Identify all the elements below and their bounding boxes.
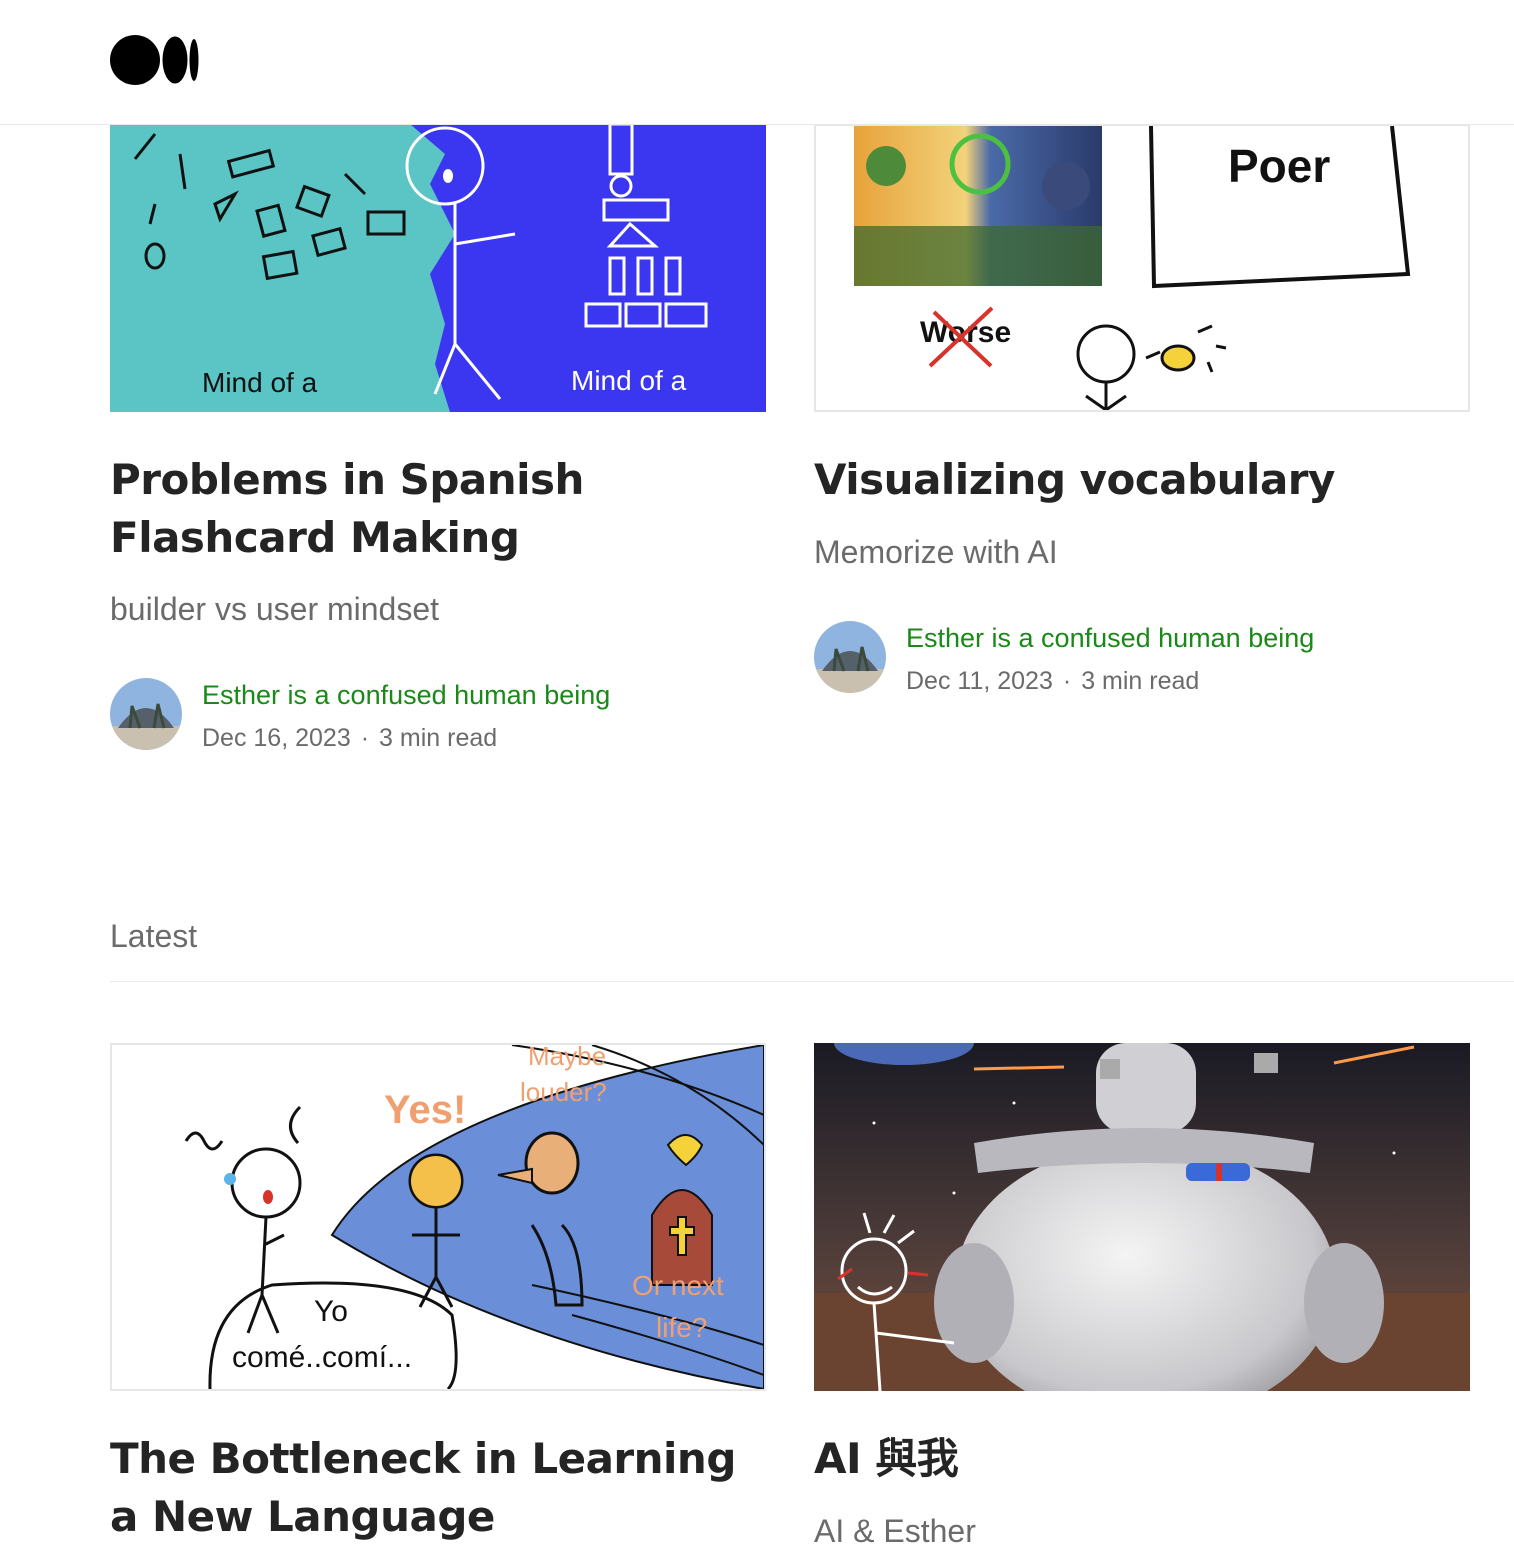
article-thumbnail[interactable]	[814, 1043, 1470, 1391]
medium-logo-icon[interactable]	[110, 35, 200, 85]
avatar[interactable]	[814, 621, 886, 693]
article-thumbnail[interactable]: Mind of a Mind of a	[110, 124, 766, 412]
article-title[interactable]: AI 與我	[814, 1430, 1464, 1488]
article-thumbnail[interactable]: Poer Worse	[814, 124, 1470, 412]
divider	[110, 981, 1514, 982]
publish-date: Dec 16, 2023	[202, 724, 351, 752]
separator: ·	[1062, 667, 1072, 695]
author-name[interactable]: Esther is a confused human being	[202, 678, 610, 712]
article-subtitle: builder vs user mindset	[110, 591, 440, 627]
thumb-text: louder?	[520, 1077, 607, 1107]
section-heading-latest: Latest	[110, 918, 198, 954]
author-row: Esther is a confused human being Dec 16,…	[110, 678, 730, 754]
article-title[interactable]: The Bottleneck in Learning a New Languag…	[110, 1430, 760, 1546]
article-meta: Dec 11, 2023 · 3 min read	[906, 665, 1199, 697]
thumb-text: Maybe	[528, 1045, 606, 1071]
thumb-text: Yes!	[384, 1088, 466, 1132]
read-time: 3 min read	[379, 724, 498, 752]
top-bar	[0, 0, 1514, 125]
article-title[interactable]: Problems in Spanish Flashcard Making	[110, 451, 760, 567]
thumb-text: comé..comí...	[232, 1341, 412, 1374]
thumb-text: Poer	[1228, 140, 1330, 192]
article-subtitle: Memorize with AI	[814, 534, 1058, 570]
article-thumbnail[interactable]: Yes! Maybe louder? Or next life? Yo comé…	[110, 1043, 766, 1391]
author-name[interactable]: Esther is a confused human being	[906, 621, 1314, 655]
thumb-text: life?	[656, 1312, 707, 1343]
thumb-text: Yo	[314, 1295, 348, 1328]
thumb-text: Mind of a	[571, 365, 687, 396]
article-subtitle: AI & Esther	[814, 1513, 976, 1549]
thumb-text: Mind of a	[202, 367, 318, 398]
thumb-text: Or next	[632, 1270, 724, 1301]
read-time: 3 min read	[1081, 667, 1200, 695]
author-row: Esther is a confused human being Dec 11,…	[814, 621, 1434, 697]
avatar[interactable]	[110, 678, 182, 750]
publish-date: Dec 11, 2023	[906, 667, 1053, 695]
separator: ·	[360, 724, 370, 752]
article-meta: Dec 16, 2023 · 3 min read	[202, 722, 497, 754]
article-title[interactable]: Visualizing vocabulary	[814, 451, 1464, 509]
